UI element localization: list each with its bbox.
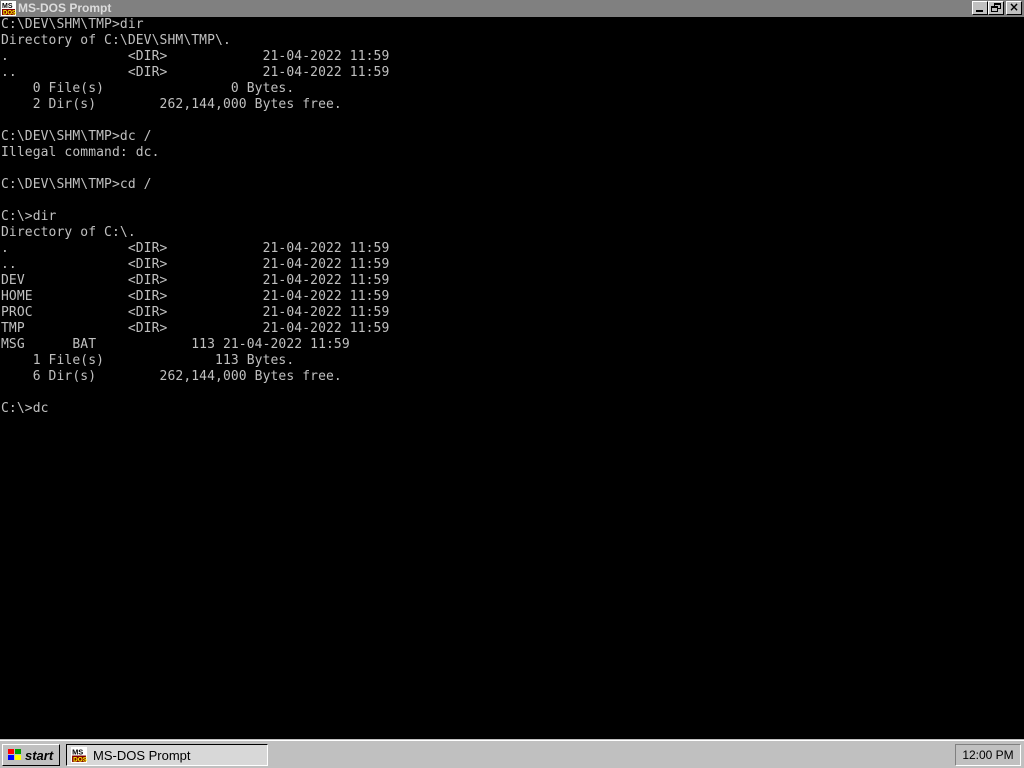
console-line: 0 File(s) 0 Bytes. xyxy=(1,81,295,96)
console-line: 2 Dir(s) 262,144,000 Bytes free. xyxy=(1,97,342,112)
console-line: C:\DEV\SHM\TMP>dir xyxy=(1,17,144,32)
window-title: MS-DOS Prompt xyxy=(18,1,112,15)
restore-button[interactable] xyxy=(988,1,1004,15)
console-line: Directory of C:\. xyxy=(1,225,136,240)
console-line: TMP <DIR> 21-04-2022 11:59 xyxy=(1,321,390,336)
console-line: Directory of C:\DEV\SHM\TMP\. xyxy=(1,33,231,48)
close-button[interactable]: × xyxy=(1006,0,1022,15)
console-line: C:\DEV\SHM\TMP>dc / xyxy=(1,129,152,144)
title-bar[interactable]: MS DOS MS-DOS Prompt × xyxy=(0,0,1024,17)
taskbar: start MS DOS MS-DOS Prompt 12:00 PM xyxy=(0,740,1024,768)
svg-text:DOS: DOS xyxy=(3,11,16,17)
start-button[interactable]: start xyxy=(2,744,60,766)
console-output[interactable]: C:\DEV\SHM\TMP>dir Directory of C:\DEV\SH… xyxy=(0,17,1024,739)
console-line: MSG BAT 113 21-04-2022 11:59 xyxy=(1,337,350,352)
console-line: C:\DEV\SHM\TMP>cd / xyxy=(1,177,152,192)
console-line: .. <DIR> 21-04-2022 11:59 xyxy=(1,65,390,80)
ms-dos-icon: MS DOS xyxy=(1,1,16,16)
ms-dos-icon: MS DOS xyxy=(71,747,87,763)
windows-logo-icon xyxy=(8,749,21,760)
console-line: C:\>dir xyxy=(1,209,57,224)
clock-text: 12:00 PM xyxy=(962,748,1014,762)
window-controls: × xyxy=(972,0,1022,16)
minimize-icon xyxy=(976,10,983,12)
console-line: DEV <DIR> 21-04-2022 11:59 xyxy=(1,273,390,288)
console-line: . <DIR> 21-04-2022 11:59 xyxy=(1,241,390,256)
taskbar-item-label: MS-DOS Prompt xyxy=(93,747,191,763)
svg-text:MS: MS xyxy=(2,3,13,10)
console-line: 6 Dir(s) 262,144,000 Bytes free. xyxy=(1,369,342,384)
minimize-button[interactable] xyxy=(972,1,988,15)
taskbar-item-msdos[interactable]: MS DOS MS-DOS Prompt xyxy=(66,744,268,766)
system-tray-clock[interactable]: 12:00 PM xyxy=(955,744,1021,766)
console-line: 1 File(s) 113 Bytes. xyxy=(1,353,295,368)
console-line: PROC <DIR> 21-04-2022 11:59 xyxy=(1,305,390,320)
console-line: Illegal command: dc. xyxy=(1,145,160,160)
console-line: .. <DIR> 21-04-2022 11:59 xyxy=(1,257,390,272)
svg-text:MS: MS xyxy=(72,747,83,756)
restore-icon-back xyxy=(991,6,998,12)
msdos-window: MS DOS MS-DOS Prompt × C:\DEV\SHM\TMP>di… xyxy=(0,0,1024,740)
console-line: . <DIR> 21-04-2022 11:59 xyxy=(1,49,390,64)
start-label: start xyxy=(25,747,54,763)
svg-text:DOS: DOS xyxy=(73,756,87,763)
console-line: HOME <DIR> 21-04-2022 11:59 xyxy=(1,289,390,304)
close-icon: × xyxy=(1008,0,1020,14)
console-line: C:\>dc xyxy=(1,401,49,416)
